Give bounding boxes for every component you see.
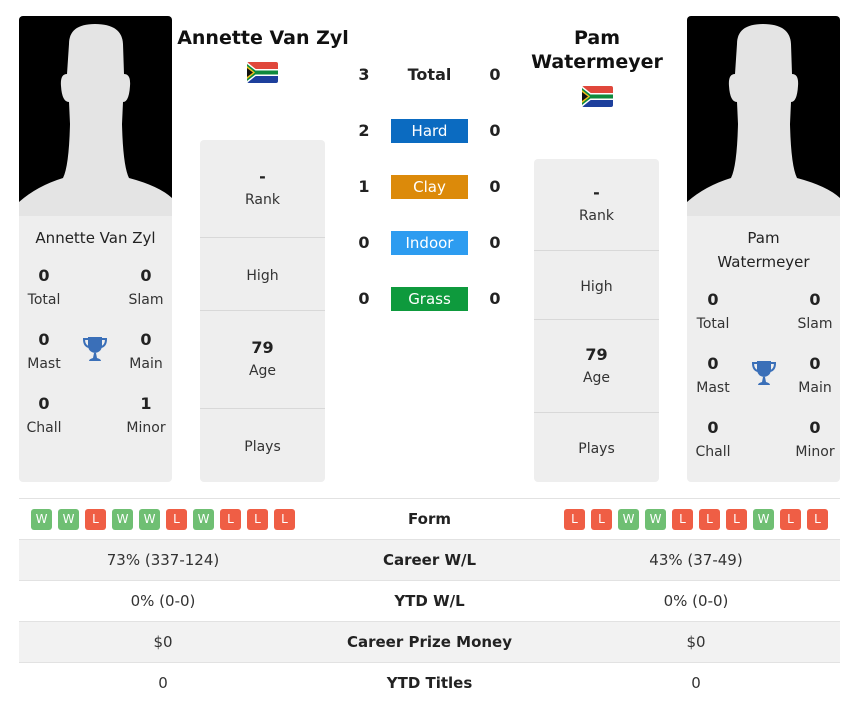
- p2-career-wl: 43% (37-49): [649, 551, 743, 569]
- p2-prize-money: $0: [686, 633, 706, 651]
- form-loss-badge[interactable]: L: [247, 508, 268, 530]
- player1-title[interactable]: Annette Van Zyl: [168, 26, 358, 50]
- player1-card: Annette Van Zyl 0 Total 0 Slam 0 Mast 0 Main…: [19, 16, 172, 482]
- surface-clay-badge[interactable]: Clay: [391, 175, 468, 199]
- p2-age: 79 Age: [534, 320, 659, 413]
- stats-row-career-wl: 73% (337-124) Career W/L 43% (37-49): [19, 539, 840, 580]
- h2h-indoor: 0 Indoor 0: [340, 231, 520, 255]
- p1-career-wl: 73% (337-124): [106, 551, 220, 569]
- p2-plays: Plays: [578, 441, 615, 457]
- form-win-badge[interactable]: W: [618, 508, 639, 530]
- surface-indoor-badge[interactable]: Indoor: [391, 231, 468, 255]
- p1-rank: - Rank: [200, 140, 325, 238]
- player2-photo[interactable]: [687, 16, 840, 216]
- p1-ytd-titles: 0: [158, 674, 168, 692]
- silhouette-icon: [19, 24, 172, 216]
- form-win-badge[interactable]: W: [112, 508, 133, 530]
- p1-plays: Plays: [244, 439, 281, 455]
- form-loss-badge[interactable]: L: [220, 508, 241, 530]
- h2h-hard: 2 Hard 0: [340, 119, 520, 143]
- p1-high: High: [200, 238, 325, 311]
- form-loss-badge[interactable]: L: [564, 508, 585, 530]
- stats-label: YTD W/L: [394, 592, 465, 610]
- p2-rank: - Rank: [534, 159, 659, 251]
- h2h-grass: 0 Grass 0: [340, 287, 520, 311]
- p1-titles-mast: 0 Mast: [27, 330, 61, 372]
- form-win-badge[interactable]: W: [58, 508, 79, 530]
- stats-table: WWLWWLWLLL Form LLWWLLLWLL 73% (337-124)…: [19, 498, 840, 703]
- player1-card-name: Annette Van Zyl: [35, 229, 156, 247]
- player2-form: LLWWLLLWLL: [552, 508, 840, 530]
- player2-card-name: Pam Watermeyer: [717, 229, 810, 271]
- player1-photo[interactable]: [19, 16, 172, 216]
- stats-label: Form: [408, 510, 451, 528]
- player1-info-card: - Rank High 79 Age Plays: [200, 140, 325, 482]
- p2-titles-mast: 0 Mast: [696, 354, 730, 396]
- stats-row-form: WWLWWLWLLL Form LLWWLLLWLL: [19, 498, 840, 539]
- form-loss-badge[interactable]: L: [591, 508, 612, 530]
- p2-titles-main: 0 Main: [798, 354, 832, 396]
- player1-form: WWLWWLWLLL: [19, 508, 307, 530]
- stats-label: Career Prize Money: [346, 633, 512, 651]
- form-loss-badge[interactable]: L: [85, 508, 106, 530]
- player2-title[interactable]: Pam Watermeyer: [520, 26, 674, 74]
- form-loss-badge[interactable]: L: [726, 508, 747, 530]
- stats-row-ytd-wl: 0% (0-0) YTD W/L 0% (0-0): [19, 580, 840, 621]
- p2-titles-total: 0 Total: [696, 290, 730, 332]
- p1-titles-main: 0 Main: [129, 330, 163, 372]
- p1-prize-money: $0: [153, 633, 173, 651]
- p2-titles-slam: 0 Slam: [797, 290, 833, 332]
- form-loss-badge[interactable]: L: [166, 508, 187, 530]
- surface-hard-badge[interactable]: Hard: [391, 119, 468, 143]
- form-loss-badge[interactable]: L: [699, 508, 720, 530]
- stats-row-ytd-titles: 0 YTD Titles 0: [19, 662, 840, 703]
- south-africa-flag-icon: [582, 86, 613, 107]
- p2-high: High: [534, 251, 659, 320]
- p1-titles-slam: 0 Slam: [128, 266, 164, 308]
- p1-titles-minor: 1 Minor: [126, 394, 166, 436]
- form-win-badge[interactable]: W: [753, 508, 774, 530]
- trophy-icon: [82, 337, 108, 361]
- form-loss-badge[interactable]: L: [807, 508, 828, 530]
- p1-ytd-wl: 0% (0-0): [130, 592, 196, 610]
- p1-titles-total: 0 Total: [27, 266, 61, 308]
- surface-grass-badge[interactable]: Grass: [391, 287, 468, 311]
- form-win-badge[interactable]: W: [139, 508, 160, 530]
- p2-titles-minor: 0 Minor: [795, 418, 835, 460]
- h2h-clay: 1 Clay 0: [340, 175, 520, 199]
- form-win-badge[interactable]: W: [645, 508, 666, 530]
- form-loss-badge[interactable]: L: [274, 508, 295, 530]
- p2-ytd-wl: 0% (0-0): [663, 592, 729, 610]
- p2-ytd-titles: 0: [691, 674, 701, 692]
- p2-titles-chall: 0 Chall: [695, 418, 731, 460]
- surface-total: Total: [407, 65, 452, 84]
- form-win-badge[interactable]: W: [193, 508, 214, 530]
- silhouette-icon: [687, 24, 840, 216]
- trophy-icon: [751, 361, 777, 385]
- stats-label: YTD Titles: [386, 674, 473, 692]
- h2h-total: 3 Total 0: [340, 63, 520, 87]
- south-africa-flag-icon: [247, 62, 278, 83]
- stats-label: Career W/L: [382, 551, 477, 569]
- form-win-badge[interactable]: W: [31, 508, 52, 530]
- stats-row-prize-money: $0 Career Prize Money $0: [19, 621, 840, 662]
- form-loss-badge[interactable]: L: [672, 508, 693, 530]
- player2-card: Pam Watermeyer 0 Total 0 Slam 0 Mast 0 Main …: [687, 16, 840, 482]
- p1-titles-chall: 0 Chall: [26, 394, 62, 436]
- form-loss-badge[interactable]: L: [780, 508, 801, 530]
- p1-age: 79 Age: [200, 311, 325, 409]
- player2-info-card: - Rank High 79 Age Plays: [534, 159, 659, 482]
